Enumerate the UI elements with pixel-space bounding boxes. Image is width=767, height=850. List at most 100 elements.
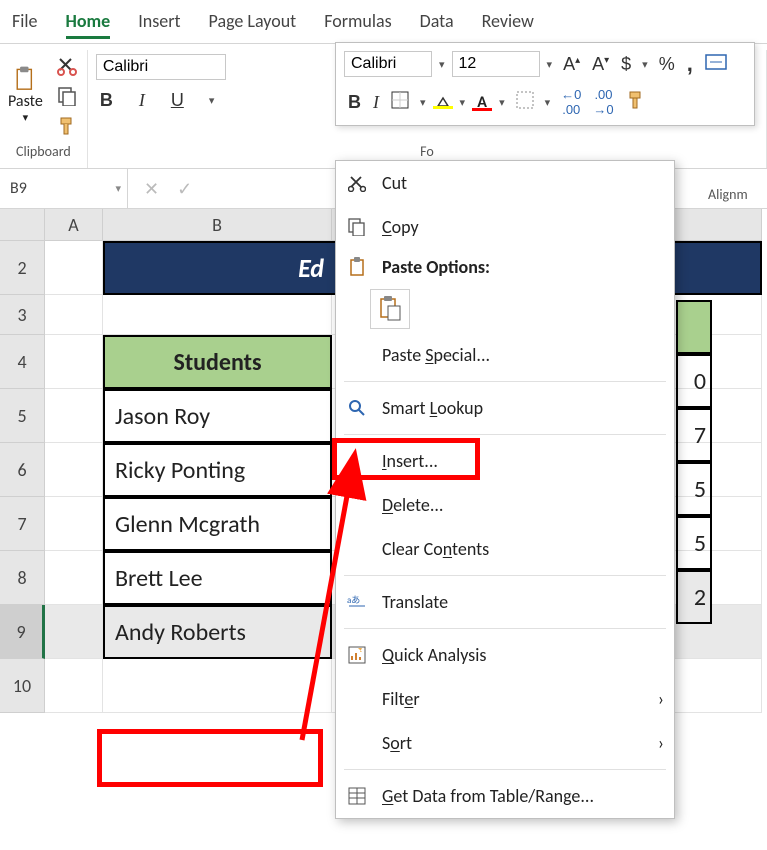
table-header-students[interactable]: Students bbox=[103, 335, 332, 389]
format-painter-icon[interactable] bbox=[55, 114, 79, 138]
title-cell[interactable]: Ed bbox=[103, 241, 332, 295]
underline-button[interactable]: U bbox=[167, 88, 188, 113]
ctx-copy-label: Copy bbox=[382, 216, 419, 238]
comma-icon[interactable]: , bbox=[683, 49, 697, 79]
row-header[interactable]: 8 bbox=[0, 551, 45, 605]
format-painter-icon[interactable] bbox=[622, 88, 650, 117]
cell[interactable] bbox=[103, 295, 332, 335]
table-row-selected[interactable]: Andy Roberts bbox=[103, 605, 332, 659]
col-header-a[interactable]: A bbox=[45, 209, 103, 241]
far-cell[interactable]: 5 bbox=[676, 516, 712, 570]
col-header-b[interactable]: B bbox=[103, 209, 332, 241]
context-menu: Cut Copy Paste Options: Paste Special...… bbox=[335, 160, 675, 819]
cell[interactable] bbox=[45, 659, 103, 713]
ctx-sort[interactable]: Sort › bbox=[336, 721, 674, 765]
font-name-input[interactable] bbox=[96, 54, 226, 80]
chevron-down-icon[interactable]: ▾ bbox=[206, 94, 218, 107]
paste-default-icon[interactable] bbox=[370, 289, 410, 329]
far-cell[interactable]: 0 bbox=[676, 354, 712, 408]
ctx-copy[interactable]: Copy bbox=[336, 205, 674, 249]
ctx-quick-analysis[interactable]: Quick Analysis bbox=[336, 633, 674, 677]
decrease-font-icon[interactable]: A▾ bbox=[588, 52, 613, 77]
italic-button[interactable]: I bbox=[135, 88, 149, 113]
ctx-smart-lookup-label: Smart Lookup bbox=[382, 397, 483, 419]
ctx-clear-contents[interactable]: Clear Contents bbox=[336, 527, 674, 571]
tab-formulas[interactable]: Formulas bbox=[324, 10, 391, 39]
table-row[interactable]: Ricky Ponting bbox=[103, 443, 332, 497]
currency-icon[interactable]: $ bbox=[617, 52, 635, 77]
row-header[interactable]: 7 bbox=[0, 497, 45, 551]
percent-icon[interactable]: % bbox=[655, 52, 679, 77]
tab-review[interactable]: Review bbox=[482, 10, 534, 39]
ctx-delete[interactable]: Delete... bbox=[336, 483, 674, 527]
cell[interactable] bbox=[45, 443, 103, 497]
fill-color-icon[interactable] bbox=[433, 96, 453, 109]
borders-dropdown-icon[interactable] bbox=[512, 89, 538, 116]
ctx-get-data-label: Get Data from Table/Range... bbox=[382, 785, 594, 807]
tab-data[interactable]: Data bbox=[420, 10, 454, 39]
copy-icon[interactable] bbox=[55, 84, 79, 108]
cell[interactable] bbox=[45, 389, 103, 443]
increase-decimal-icon[interactable]: ←0.00 bbox=[557, 85, 585, 119]
border-icon[interactable] bbox=[387, 89, 413, 116]
tab-file[interactable]: File bbox=[12, 10, 38, 39]
row-header[interactable]: 5 bbox=[0, 389, 45, 443]
ribbon-tabs: File Home Insert Page Layout Formulas Da… bbox=[0, 0, 767, 43]
cell[interactable] bbox=[45, 295, 103, 335]
cell[interactable] bbox=[45, 335, 103, 389]
cut-icon[interactable] bbox=[55, 54, 79, 78]
chevron-right-icon: › bbox=[658, 732, 664, 754]
cell[interactable] bbox=[45, 551, 103, 605]
ctx-translate[interactable]: aあ Translate bbox=[336, 580, 674, 624]
highlight-selected-cell bbox=[97, 729, 323, 787]
enter-icon[interactable]: ✓ bbox=[177, 178, 192, 200]
mini-font-name[interactable] bbox=[344, 51, 432, 77]
tab-page-layout[interactable]: Page Layout bbox=[209, 10, 297, 39]
chevron-down-icon: ▾ bbox=[23, 111, 29, 124]
cell[interactable] bbox=[45, 605, 103, 659]
cell[interactable] bbox=[45, 241, 103, 295]
increase-font-icon[interactable]: A▴ bbox=[559, 52, 584, 77]
ctx-smart-lookup[interactable]: Smart Lookup bbox=[336, 386, 674, 430]
decrease-decimal-icon[interactable]: .00→0 bbox=[589, 85, 617, 119]
far-cell[interactable]: 7 bbox=[676, 408, 712, 462]
paste-button[interactable]: Paste ▾ bbox=[8, 68, 43, 124]
ctx-paste-options: Paste Options: bbox=[336, 249, 674, 285]
clipboard-group-label: Clipboard bbox=[16, 139, 71, 164]
chevron-down-icon[interactable]: ▾ bbox=[115, 182, 121, 195]
row-header[interactable]: 6 bbox=[0, 443, 45, 497]
tab-insert[interactable]: Insert bbox=[138, 10, 180, 39]
mini-bold-button[interactable]: B bbox=[344, 90, 365, 115]
table-row[interactable]: Jason Roy bbox=[103, 389, 332, 443]
table-row[interactable]: Glenn Mcgrath bbox=[103, 497, 332, 551]
ctx-insert[interactable]: Insert... bbox=[336, 439, 674, 483]
ctx-filter[interactable]: Filter › bbox=[336, 677, 674, 721]
font-color-icon[interactable]: A bbox=[472, 93, 492, 111]
name-box[interactable]: B9 ▾ bbox=[0, 169, 128, 208]
row-header[interactable]: 3 bbox=[0, 295, 45, 335]
far-header[interactable] bbox=[676, 300, 712, 354]
bold-button[interactable]: B bbox=[96, 88, 117, 113]
tab-home[interactable]: Home bbox=[66, 10, 111, 39]
row-header[interactable]: 2 bbox=[0, 241, 45, 295]
alignment-group-label: Alignm bbox=[708, 186, 748, 203]
row-header[interactable]: 10 bbox=[0, 659, 45, 713]
row-header[interactable]: 4 bbox=[0, 335, 45, 389]
select-all-corner[interactable] bbox=[0, 209, 45, 241]
row-header-selected[interactable]: 9 bbox=[0, 605, 45, 659]
ctx-paste-special[interactable]: Paste Special... bbox=[336, 333, 674, 377]
ctx-cut[interactable]: Cut bbox=[336, 161, 674, 205]
table-row[interactable]: Brett Lee bbox=[103, 551, 332, 605]
ctx-get-data[interactable]: Get Data from Table/Range... bbox=[336, 774, 674, 818]
translate-icon: aあ bbox=[346, 591, 368, 613]
far-cell[interactable]: 2 bbox=[676, 570, 712, 624]
mini-font-size[interactable] bbox=[452, 51, 540, 77]
clipboard-icon bbox=[13, 68, 37, 92]
mini-italic-button[interactable]: I bbox=[369, 90, 383, 115]
cell[interactable] bbox=[103, 659, 332, 713]
cancel-icon[interactable]: ✕ bbox=[144, 178, 159, 200]
cell[interactable] bbox=[45, 497, 103, 551]
far-cell[interactable]: 5 bbox=[676, 462, 712, 516]
ctx-filter-label: Filter bbox=[382, 688, 420, 710]
merge-icon[interactable] bbox=[701, 52, 731, 77]
